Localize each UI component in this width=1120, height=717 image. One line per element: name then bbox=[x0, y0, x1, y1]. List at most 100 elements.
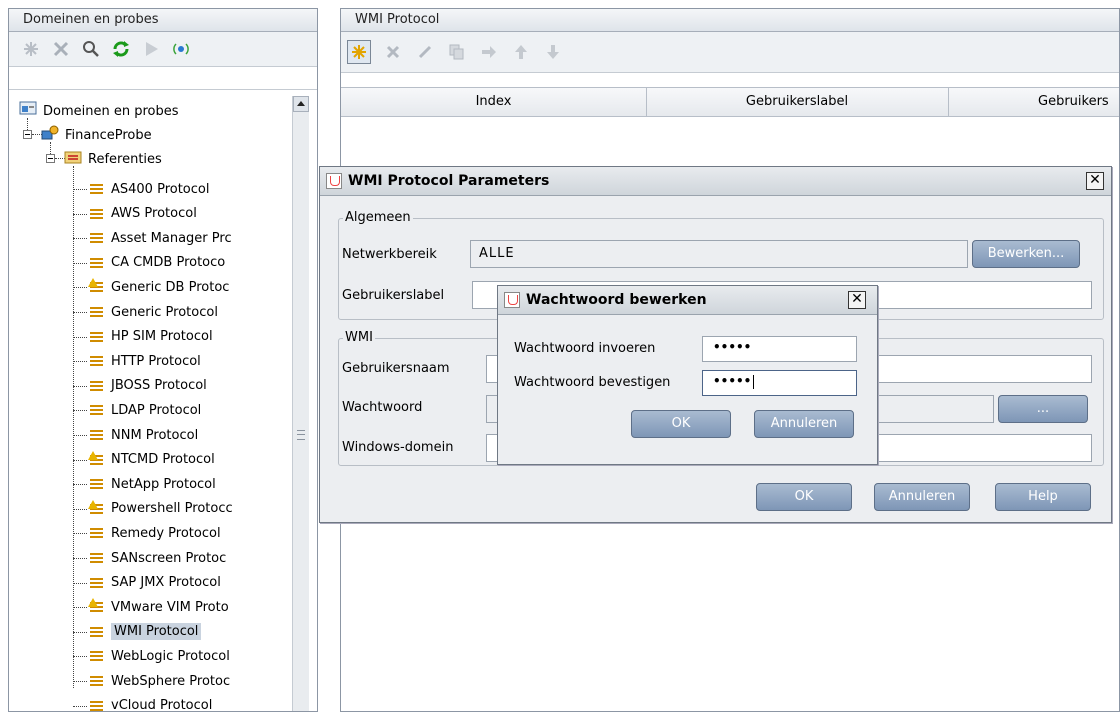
username-label: Gebruikersnaam bbox=[342, 361, 450, 376]
close-icon[interactable]: ✕ bbox=[1086, 172, 1104, 190]
protocol-icon bbox=[89, 306, 105, 318]
refresh-icon[interactable] bbox=[111, 39, 131, 59]
tree-item-protocol[interactable]: AWS Protocol bbox=[89, 203, 197, 225]
tree-item-label: JBOSS Protocol bbox=[111, 378, 207, 394]
tree-folder-label: Referenties bbox=[88, 151, 162, 167]
tree-item-protocol[interactable]: JBOSS Protocol bbox=[89, 375, 207, 397]
tree-item-protocol[interactable]: HTTP Protocol bbox=[89, 350, 201, 372]
column-header-user[interactable]: Gebruikers bbox=[948, 88, 1120, 116]
close-icon[interactable]: ✕ bbox=[848, 291, 866, 309]
protocol-icon bbox=[89, 380, 105, 392]
protocol-warning-icon bbox=[88, 598, 105, 613]
delete-icon[interactable] bbox=[51, 39, 71, 59]
confirm-password-value: ••••• bbox=[713, 374, 755, 389]
tree-folder[interactable]: Referenties bbox=[64, 148, 162, 170]
ok-button[interactable]: OK bbox=[756, 483, 852, 511]
java-icon bbox=[504, 292, 520, 308]
edit-network-range-button[interactable]: Bewerken... bbox=[972, 240, 1080, 268]
tree-item-label: CA CMDB Protoco bbox=[111, 255, 226, 271]
protocol-icon bbox=[89, 331, 105, 343]
tree-item-protocol[interactable]: Asset Manager Prc bbox=[89, 227, 232, 249]
tree-item-protocol[interactable]: WebSphere Protoc bbox=[89, 670, 230, 692]
domains-panel-header: Domeinen en probes bbox=[9, 9, 317, 32]
run-icon[interactable] bbox=[141, 39, 161, 59]
password-ok-button[interactable]: OK bbox=[631, 410, 731, 438]
tree-item-label: VMware VIM Proto bbox=[111, 599, 229, 615]
tree-item-label: HTTP Protocol bbox=[111, 353, 201, 369]
protocol-icon bbox=[89, 232, 105, 244]
tree-item-protocol[interactable]: CA CMDB Protoco bbox=[89, 252, 225, 274]
protocol-icon bbox=[89, 552, 105, 564]
move-icon[interactable] bbox=[479, 42, 499, 62]
tree-item-protocol[interactable]: Powershell Protocc bbox=[88, 498, 233, 520]
tree-item-label: LDAP Protocol bbox=[111, 402, 202, 418]
password-cancel-button[interactable]: Annuleren bbox=[754, 410, 854, 438]
protocol-icon bbox=[89, 478, 105, 490]
tree-item-protocol[interactable]: Generic Protocol bbox=[89, 301, 218, 323]
tree-item-label: WebLogic Protocol bbox=[111, 648, 230, 664]
tree-item-protocol[interactable]: Generic DB Protoc bbox=[88, 276, 230, 298]
edit-icon[interactable] bbox=[415, 42, 435, 62]
tree-item-protocol[interactable]: Remedy Protocol bbox=[89, 522, 221, 544]
tree-probe[interactable]: FinanceProbe bbox=[41, 124, 152, 146]
tree-item-label: AS400 Protocol bbox=[111, 181, 210, 197]
edit-password-title: Wachtwoord bewerken bbox=[526, 292, 707, 308]
down-arrow-icon[interactable] bbox=[543, 42, 563, 62]
cancel-button[interactable]: Annuleren bbox=[874, 483, 970, 511]
tree-item-protocol[interactable]: AS400 Protocol bbox=[89, 178, 209, 200]
edit-password-title-bar: Wachtwoord bewerken bbox=[498, 286, 877, 315]
tree-item-protocol[interactable]: SANscreen Protoc bbox=[89, 547, 226, 569]
tree-item-label: WebSphere Protoc bbox=[111, 673, 231, 689]
up-arrow-icon[interactable] bbox=[511, 42, 531, 62]
enter-password-label: Wachtwoord invoeren bbox=[514, 341, 656, 356]
probe-collapse-toggle[interactable] bbox=[23, 130, 32, 139]
protocol-warning-icon bbox=[88, 278, 105, 293]
tree-item-label: NTCMD Protocol bbox=[111, 452, 215, 468]
tree-item-label: SAP JMX Protocol bbox=[111, 575, 221, 591]
tree-item-label: SANscreen Protoc bbox=[111, 550, 227, 566]
tree-item-protocol[interactable]: NetApp Protocol bbox=[89, 473, 216, 495]
tree-item-label: vCloud Protocol bbox=[111, 698, 213, 714]
search-icon[interactable] bbox=[81, 39, 101, 59]
tree-item-protocol[interactable]: NTCMD Protocol bbox=[88, 449, 215, 471]
enter-password-input[interactable]: ••••• bbox=[702, 336, 857, 362]
wmi-parameters-title: WMI Protocol Parameters bbox=[348, 173, 550, 189]
tree-item-label: Powershell Protocc bbox=[111, 501, 233, 517]
confirm-password-label: Wachtwoord bevestigen bbox=[514, 375, 671, 390]
tree-item-protocol[interactable]: WMI Protocol bbox=[89, 621, 202, 643]
tree-item-label: Remedy Protocol bbox=[111, 525, 221, 541]
new-icon[interactable] bbox=[347, 40, 371, 64]
tree-scrollbar[interactable] bbox=[292, 96, 309, 711]
column-header-user-label[interactable]: Gebruikerslabel bbox=[646, 88, 949, 116]
tree-item-label: NNM Protocol bbox=[111, 427, 199, 443]
tree-item-protocol[interactable]: LDAP Protocol bbox=[89, 399, 201, 421]
tree-item-protocol[interactable]: VMware VIM Proto bbox=[88, 596, 229, 618]
confirm-password-dots: ••••• bbox=[713, 374, 752, 388]
protocol-warning-icon bbox=[88, 450, 105, 466]
probe-icon[interactable] bbox=[171, 39, 191, 59]
network-range-label: Netwerkbereik bbox=[342, 247, 437, 262]
help-button[interactable]: Help bbox=[995, 483, 1091, 511]
column-header-index[interactable]: Index bbox=[341, 88, 647, 116]
java-icon bbox=[326, 173, 342, 189]
tree-item-protocol[interactable]: NNM Protocol bbox=[89, 424, 198, 446]
tree-item-protocol[interactable]: WebLogic Protocol bbox=[89, 645, 230, 667]
password-label: Wachtwoord bbox=[342, 400, 423, 415]
tree-item-protocol[interactable]: SAP JMX Protocol bbox=[89, 572, 221, 594]
tree-root[interactable]: Domeinen en probes bbox=[19, 100, 179, 122]
protocol-icon bbox=[89, 700, 105, 712]
tree-item-label: Generic DB Protoc bbox=[111, 279, 230, 295]
protocol-icon bbox=[89, 355, 105, 367]
tree-item-protocol[interactable]: HP SIM Protocol bbox=[89, 326, 213, 348]
delete-icon[interactable] bbox=[383, 42, 403, 62]
tree-item-protocol[interactable]: vCloud Protocol bbox=[89, 695, 212, 717]
new-icon[interactable] bbox=[21, 39, 41, 59]
copy-icon[interactable] bbox=[447, 42, 467, 62]
confirm-password-input[interactable]: ••••• bbox=[702, 370, 857, 396]
protocol-icon bbox=[89, 257, 105, 269]
scroll-grip[interactable] bbox=[297, 430, 305, 440]
folder-collapse-toggle[interactable] bbox=[46, 154, 55, 163]
edit-password-button[interactable]: ... bbox=[998, 395, 1088, 423]
protocol-toolbar bbox=[341, 32, 1119, 73]
scroll-up-button[interactable] bbox=[293, 96, 309, 112]
